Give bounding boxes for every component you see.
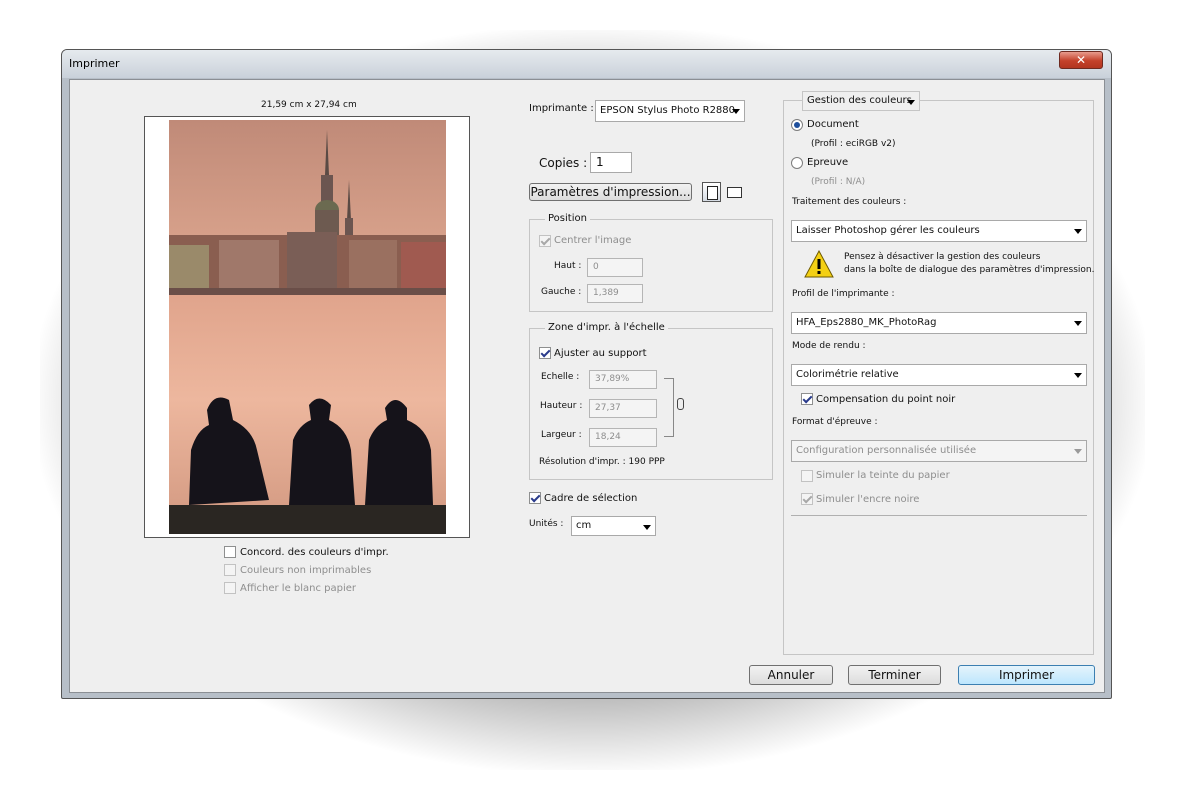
scale-label: Echelle : [541,372,580,382]
section-value: Gestion des couleurs [807,95,912,106]
handling-label: Traitement des couleurs : [792,197,907,207]
rendering-label: Mode de rendu : [792,341,866,351]
done-button[interactable]: Terminer [848,665,941,685]
center-image-checkbox[interactable] [539,235,551,247]
warning-line1: Pensez à désactiver la gestion des coule… [844,252,1041,262]
landscape-icon [727,187,742,198]
position-title: Position [545,213,590,224]
section-select[interactable]: Gestion des couleurs [802,91,920,111]
units-value: cm [576,520,592,531]
document-profile: (Profil : eciRGB v2) [811,139,896,149]
document-label: Document [807,119,859,130]
window-title: Imprimer [69,57,120,70]
printer-profile-select[interactable]: HFA_Eps2880_MK_PhotoRag [791,312,1087,334]
cancel-button[interactable]: Annuler [749,665,833,685]
handling-value: Laisser Photoshop gérer les couleurs [796,225,980,236]
height-input[interactable]: 27,37 [589,399,657,418]
proof-format-label: Format d'épreuve : [792,417,878,427]
simulate-ink-label: Simuler l'encre noire [816,494,920,505]
paper-white-checkbox[interactable] [224,582,236,594]
black-point-label: Compensation du point noir [816,394,956,405]
copies-label: Copies : [539,156,588,170]
proof-profile: (Profil : N/A) [811,177,866,187]
simulate-ink-checkbox[interactable] [801,493,813,505]
resolution-label: Résolution d'impr. : 190 PPP [539,457,665,467]
width-label: Largeur : [541,430,582,440]
print-button[interactable]: Imprimer [958,665,1095,685]
link-proportions-icon[interactable] [677,398,684,410]
rendering-select[interactable]: Colorimétrie relative [791,364,1087,386]
section-divider [791,515,1087,516]
scale-title: Zone d'impr. à l'échelle [545,322,668,333]
proof-radio[interactable] [791,157,803,169]
proof-format-select[interactable]: Configuration personnalisée utilisée [791,440,1087,462]
fit-media-checkbox[interactable] [539,347,551,359]
portrait-orientation-button[interactable] [702,182,721,202]
portrait-icon [707,186,718,200]
preview-paper [144,116,470,538]
title-bar[interactable]: Imprimer ✕ [62,50,1111,78]
simulate-paper-checkbox[interactable] [801,470,813,482]
center-image-label: Centrer l'image [554,235,632,246]
proof-label: Epreuve [807,157,849,168]
width-input[interactable]: 18,24 [589,428,657,447]
landscape-orientation-button[interactable] [726,184,744,200]
chevron-down-icon [1074,373,1082,378]
document-radio[interactable] [791,119,803,131]
printer-label: Imprimante : [529,103,594,114]
bounding-box-label: Cadre de sélection [544,493,638,504]
paper-white-label: Afficher le blanc papier [240,583,357,594]
handling-select[interactable]: Laisser Photoshop gérer les couleurs [791,220,1087,242]
concord-checkbox[interactable] [224,546,236,558]
proof-format-value: Configuration personnalisée utilisée [796,445,977,456]
fit-media-label: Ajuster au support [554,348,647,359]
printer-value: EPSON Stylus Photo R2880 [600,105,736,116]
print-settings-button[interactable]: Paramètres d'impression... [529,183,692,201]
top-input[interactable]: 0 [587,258,643,277]
bounding-box-checkbox[interactable] [529,492,541,504]
left-label: Gauche : [541,287,582,297]
concord-label: Concord. des couleurs d'impr. [240,547,389,558]
units-select[interactable]: cm [571,516,656,536]
printer-profile-value: HFA_Eps2880_MK_PhotoRag [796,317,937,328]
chevron-down-icon [1074,321,1082,326]
chevron-down-icon [732,109,740,114]
preview-photo [169,120,446,534]
close-button[interactable]: ✕ [1059,51,1103,69]
black-point-checkbox[interactable] [801,393,813,405]
height-label: Hauteur : [540,401,583,411]
units-label: Unités : [529,519,564,529]
non-printable-label: Couleurs non imprimables [240,565,372,576]
printer-select[interactable]: EPSON Stylus Photo R2880 [595,100,745,122]
paper-size-label: 21,59 cm x 27,94 cm [261,100,357,110]
chevron-down-icon [643,525,651,530]
non-printable-checkbox[interactable] [224,564,236,576]
warning-icon [804,250,834,278]
print-dialog: Imprimer ✕ 21,59 cm x 27,94 cm Concord. … [61,49,1112,699]
simulate-paper-label: Simuler la teinte du papier [816,470,950,481]
copies-input[interactable]: 1 [590,152,632,173]
rendering-value: Colorimétrie relative [796,369,899,380]
close-icon: ✕ [1075,53,1087,67]
top-label: Haut : [554,261,582,271]
chevron-down-icon [1074,229,1082,234]
chevron-down-icon [1074,449,1082,454]
scale-input[interactable]: 37,89% [589,370,657,389]
dialog-body: 21,59 cm x 27,94 cm Concord. des couleur… [69,79,1105,693]
left-input[interactable]: 1,389 [587,284,643,303]
chevron-down-icon [907,100,915,105]
warning-line2: dans la boîte de dialogue des paramètres… [844,265,1095,275]
printer-profile-label: Profil de l'imprimante : [792,289,895,299]
proportion-bracket [664,378,674,437]
